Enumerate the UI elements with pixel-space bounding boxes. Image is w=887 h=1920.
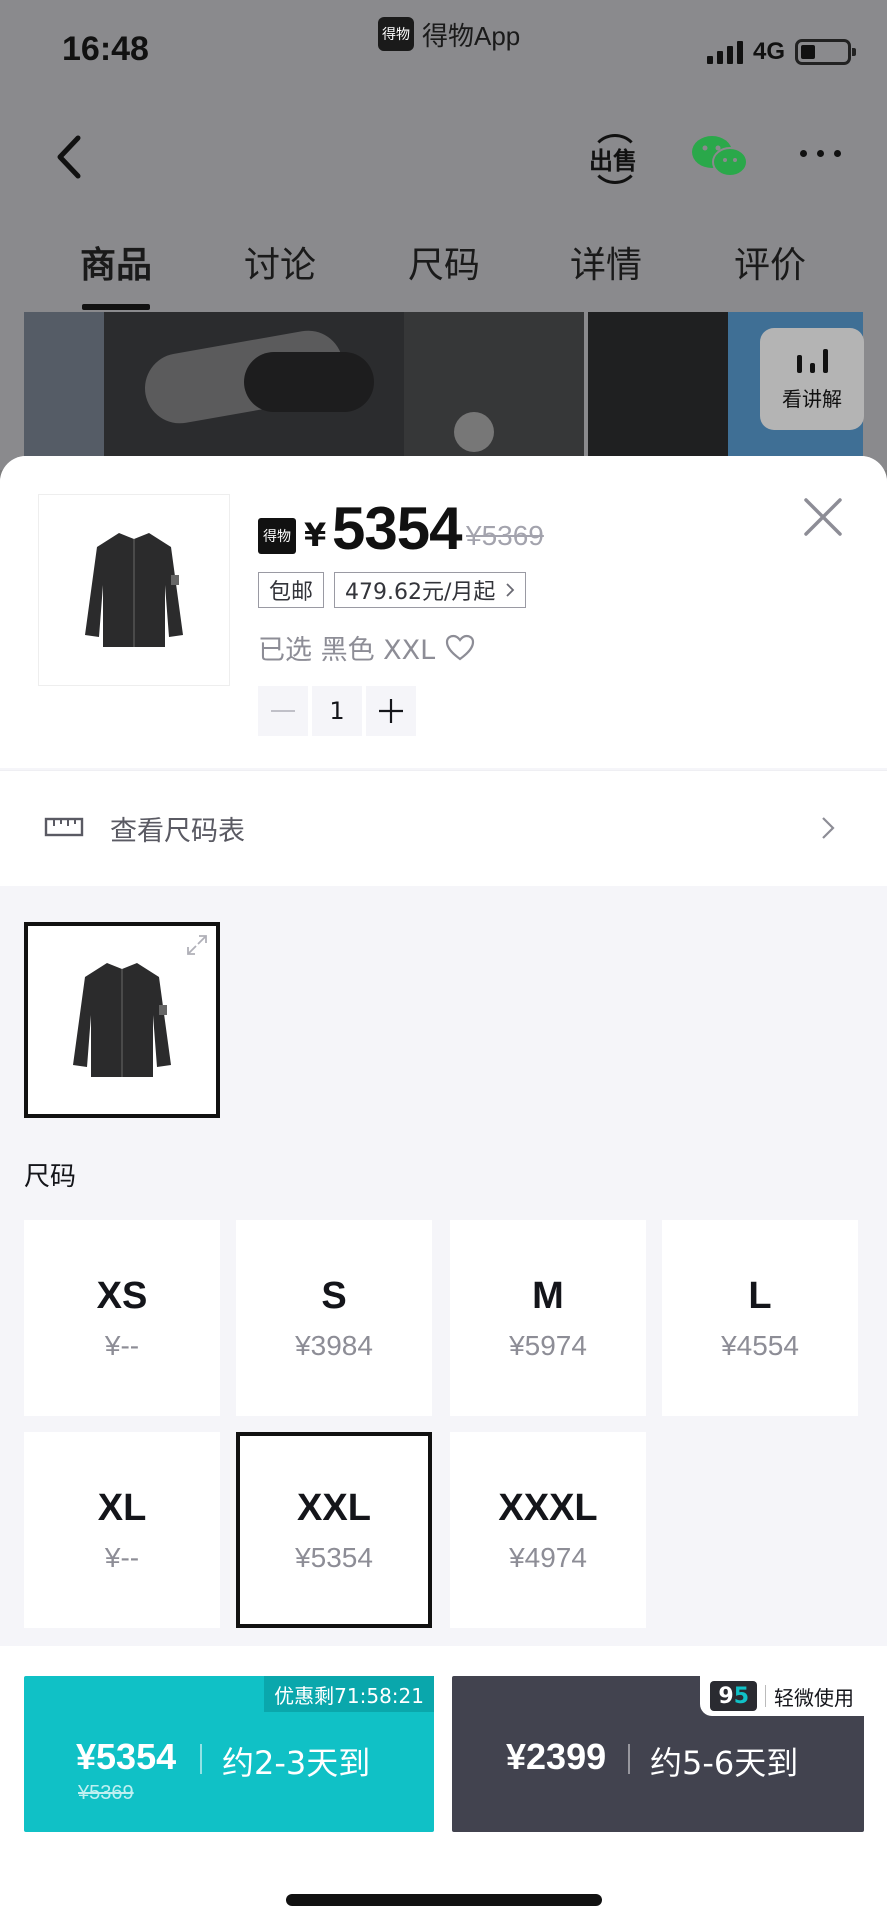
more-icon[interactable] bbox=[800, 150, 841, 157]
dewu-logo-icon: 得物 bbox=[258, 518, 296, 554]
buy-used-button[interactable]: 95 轻微使用 ¥2399 约5-6天到 bbox=[452, 1676, 864, 1832]
app-name: 得物App bbox=[422, 20, 521, 51]
product-photo bbox=[24, 312, 584, 472]
status-time: 16:48 bbox=[62, 30, 149, 68]
used-condition-tag: 95 轻微使用 bbox=[700, 1676, 864, 1716]
size-name: XS bbox=[96, 1274, 148, 1317]
size-price: ¥5354 bbox=[295, 1541, 373, 1573]
promo-countdown-tag: 优惠剩71:58:21 bbox=[264, 1676, 434, 1712]
sell-button[interactable]: 出售 bbox=[586, 128, 640, 188]
size-price: ¥3984 bbox=[295, 1329, 373, 1361]
explain-button[interactable]: 看讲解 bbox=[760, 328, 864, 430]
tab-active-indicator bbox=[82, 304, 150, 310]
size-chart-label: 查看尺码表 bbox=[110, 816, 245, 847]
installment-label: 479.62元/月起 bbox=[345, 580, 496, 605]
app-logo-icon: 得物 bbox=[378, 17, 414, 51]
condition-label: 轻微使用 bbox=[774, 1685, 854, 1710]
divider bbox=[200, 1744, 202, 1774]
status-bar: 16:48 得物 得物App 4G bbox=[0, 0, 887, 100]
back-icon[interactable] bbox=[50, 132, 90, 182]
purchase-sheet: 得物 ¥ 5354 ¥5369 包邮 479.62元/月起 已选 黑色 XXL bbox=[0, 456, 887, 1920]
tab-bar: 商品 讨论 尺码 详情 评价 bbox=[0, 230, 887, 310]
size-name: XXL bbox=[297, 1486, 371, 1529]
expand-icon[interactable] bbox=[186, 934, 208, 956]
close-icon[interactable] bbox=[800, 494, 846, 540]
tab-reviews[interactable]: 评价 bbox=[710, 236, 830, 288]
return-to-app-tag[interactable]: 得物 得物App bbox=[378, 14, 520, 54]
nav-bar: 出售 bbox=[0, 110, 887, 200]
size-name: M bbox=[532, 1274, 564, 1317]
ruler-icon bbox=[44, 817, 84, 837]
purchase-bar: 优惠剩71:58:21 ¥5354 ¥5369 约2-3天到 95 轻微使用 ¥… bbox=[0, 1646, 887, 1920]
status-indicators: 4G bbox=[706, 38, 856, 66]
size-option-xxl[interactable]: XXL ¥5354 bbox=[236, 1432, 432, 1628]
background-page: 16:48 得物 得物App 4G 出售 商品 讨论 尺码 详情 评价 看讲解 bbox=[0, 0, 887, 472]
tab-details[interactable]: 详情 bbox=[546, 236, 666, 288]
selected-spec: 已选 黑色 XXL bbox=[258, 628, 475, 667]
tab-discussion[interactable]: 讨论 bbox=[220, 236, 340, 288]
used-eta: 约5-6天到 bbox=[650, 1744, 799, 1782]
sheet-header: 得物 ¥ 5354 ¥5369 包邮 479.62元/月起 已选 黑色 XXL bbox=[0, 456, 887, 768]
price-value: 5354 bbox=[332, 495, 462, 562]
badge-digit-9: 9 bbox=[718, 1683, 734, 1709]
size-option-m[interactable]: M ¥5974 bbox=[450, 1220, 646, 1416]
original-price: ¥5369 bbox=[466, 520, 544, 551]
heart-icon[interactable] bbox=[445, 634, 475, 662]
tab-product[interactable]: 商品 bbox=[56, 236, 176, 288]
divider bbox=[765, 1685, 766, 1707]
size-price: ¥-- bbox=[104, 1541, 140, 1573]
fast-price: ¥5354 bbox=[76, 1736, 177, 1777]
chevron-right-icon bbox=[822, 817, 835, 839]
size-option-l[interactable]: L ¥4554 bbox=[662, 1220, 858, 1416]
color-option-black[interactable] bbox=[24, 922, 220, 1118]
signal-icon bbox=[706, 40, 743, 64]
size-name: S bbox=[321, 1274, 347, 1317]
quantity-value[interactable]: 1 bbox=[312, 686, 362, 736]
size-option-xs[interactable]: XS ¥-- bbox=[24, 1220, 220, 1416]
jacket-image bbox=[73, 963, 171, 1077]
explain-label: 看讲解 bbox=[782, 386, 842, 411]
size-name: L bbox=[748, 1274, 772, 1317]
buy-fast-button[interactable]: 优惠剩71:58:21 ¥5354 ¥5369 约2-3天到 bbox=[24, 1676, 434, 1832]
size-chart-row[interactable]: 查看尺码表 bbox=[0, 770, 887, 886]
price-currency: ¥ bbox=[304, 516, 327, 554]
free-shipping-label: 包邮 bbox=[269, 580, 314, 605]
divider bbox=[628, 1744, 630, 1774]
fast-eta: 约2-3天到 bbox=[222, 1744, 371, 1782]
audio-bars-icon bbox=[796, 347, 828, 373]
sell-label: 出售 bbox=[589, 146, 637, 175]
condition-95-badge: 95 bbox=[710, 1681, 757, 1711]
tab-size[interactable]: 尺码 bbox=[384, 236, 504, 288]
size-price: ¥4554 bbox=[721, 1329, 799, 1361]
battery-icon bbox=[795, 39, 856, 65]
fast-original-price: ¥5369 bbox=[78, 1782, 134, 1804]
size-option-s[interactable]: S ¥3984 bbox=[236, 1220, 432, 1416]
used-price: ¥2399 bbox=[506, 1736, 607, 1777]
selected-spec-text: 已选 黑色 XXL bbox=[258, 635, 436, 666]
size-option-xl[interactable]: XL ¥-- bbox=[24, 1432, 220, 1628]
size-section-title: 尺码 bbox=[24, 1162, 77, 1192]
size-name: XL bbox=[97, 1486, 147, 1529]
quantity-stepper: 1 bbox=[258, 686, 416, 736]
chevron-right-icon bbox=[506, 583, 515, 597]
size-price: ¥4974 bbox=[509, 1541, 587, 1573]
free-shipping-chip: 包邮 bbox=[258, 572, 325, 608]
wechat-share-icon[interactable] bbox=[690, 132, 750, 182]
home-indicator[interactable] bbox=[286, 1894, 602, 1906]
quantity-plus-button[interactable] bbox=[366, 686, 416, 736]
size-name: XXXL bbox=[498, 1486, 598, 1529]
jacket-image bbox=[85, 533, 183, 647]
size-price: ¥-- bbox=[104, 1329, 140, 1361]
product-thumbnail[interactable] bbox=[38, 494, 230, 686]
badge-digit-5: 5 bbox=[733, 1683, 749, 1709]
quantity-minus-button[interactable] bbox=[258, 686, 308, 736]
network-type: 4G bbox=[752, 38, 785, 65]
installment-chip[interactable]: 479.62元/月起 bbox=[334, 572, 527, 608]
size-option-xxxl[interactable]: XXXL ¥4974 bbox=[450, 1432, 646, 1628]
size-price: ¥5974 bbox=[509, 1329, 587, 1361]
